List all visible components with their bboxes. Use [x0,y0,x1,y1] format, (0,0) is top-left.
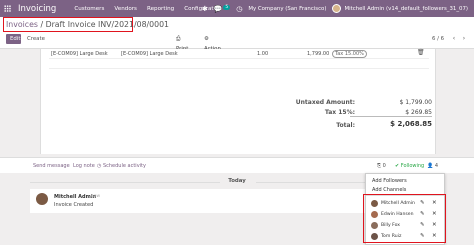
total-value: $ 2,068.85 [390,120,432,128]
user-avatar [332,4,342,13]
following-label: Following [400,163,425,169]
menu-reporting[interactable]: Reporting [147,6,174,12]
add-channels-button[interactable]: Add Channels [372,187,406,193]
chat-icon: 💬 [213,4,223,13]
followers-highlight [363,194,446,243]
message-time: - now [88,194,101,199]
followers-button[interactable]: 👤 4 [427,163,438,169]
chat-button[interactable]: 💬 5 [213,4,231,13]
gear-icon: ⚙ [204,36,209,42]
user-icon: 👤 [427,163,434,169]
totals-divider [350,116,432,117]
clock-icon[interactable]: ◷ [236,5,242,13]
schedule-activity-label: Schedule activity [102,163,146,169]
print-button[interactable]: ⎙ Print [172,34,194,52]
schedule-activity-button[interactable]: ◷ Schedule activity [97,163,146,169]
check-icon: ✔ [395,163,400,169]
untaxed-amount-label: Untaxed Amount: [295,99,355,106]
print-icon: ⎙ [176,36,181,42]
paperclip-icon: ⎘ [377,163,382,169]
breadcrumb-invoices[interactable]: Invoices [6,20,38,29]
message-item: Mitchell Admin - now Invoice Created [30,189,366,213]
app-menu-button[interactable] [0,0,14,17]
create-button[interactable]: Create [23,34,45,44]
breadcrumb-current: Draft Invoice INV/2021/08/0001 [45,20,169,29]
following-button[interactable]: ✔ Following [395,163,424,169]
tax-value: $ 269.85 [405,109,432,116]
chatter-topbar: Send message Log note ◷ Schedule activit… [0,157,474,173]
invoice-line-empty [49,59,429,69]
top-navbar: Invoicing Customers Vendors Reporting Co… [0,0,474,17]
log-note-button[interactable]: Log note [73,163,95,169]
action-button[interactable]: ⚙ Action [200,34,228,52]
untaxed-amount-value: $ 1,799.00 [399,99,432,106]
pager-previous-icon[interactable]: ‹ [450,34,458,44]
company-switcher[interactable]: My Company (San Francisco) [248,6,326,12]
send-message-button[interactable]: Send message [33,163,70,169]
menu-customers[interactable]: Customers [74,6,104,12]
trash-icon[interactable]: 🗑 [417,49,425,56]
pager-next-icon[interactable]: › [460,34,468,44]
app-name[interactable]: Invoicing [18,4,56,14]
today-divider-right [256,182,366,183]
line-label: [E-COM09] Large Desk [121,51,178,57]
chat-badge: 5 [223,4,231,10]
line-price: 1,799.00 [307,51,330,57]
add-followers-button[interactable]: Add Followers [372,178,407,184]
edit-button[interactable]: Edit [6,34,21,44]
line-quantity: 1.00 [257,51,269,57]
pager-value[interactable]: 6 / 6 [432,34,444,44]
invoice-sheet: [E-COM09] Large Desk [E-COM09] Large Des… [40,49,436,154]
invoice-line-row[interactable]: [E-COM09] Large Desk [E-COM09] Large Des… [49,49,429,59]
line-product: [E-COM09] Large Desk [51,51,108,57]
breadcrumb: Invoices / Draft Invoice INV/2021/08/000… [6,20,169,29]
grid-icon [3,5,11,12]
user-name: Mitchell Admin (v14_default_followers_31… [344,5,468,12]
user-menu[interactable]: Mitchell Admin (v14_default_followers_31… [332,4,468,13]
avatar[interactable] [36,193,48,205]
clock-icon: ◷ [97,163,102,169]
attachments-button[interactable]: ⎘ 0 [377,163,386,169]
bug-icon[interactable]: ✱ [202,5,208,13]
message-body: Invoice Created [54,202,94,208]
breadcrumb-separator: / [40,20,44,29]
line-tax-badge: Tax 15.00% [332,50,367,58]
tax-label: Tax 15%: [324,109,355,116]
menu-vendors[interactable]: Vendors [114,6,137,12]
total-label: Total: [336,122,355,129]
attachments-count: 0 [382,163,386,169]
followers-count: 4 [434,163,439,169]
